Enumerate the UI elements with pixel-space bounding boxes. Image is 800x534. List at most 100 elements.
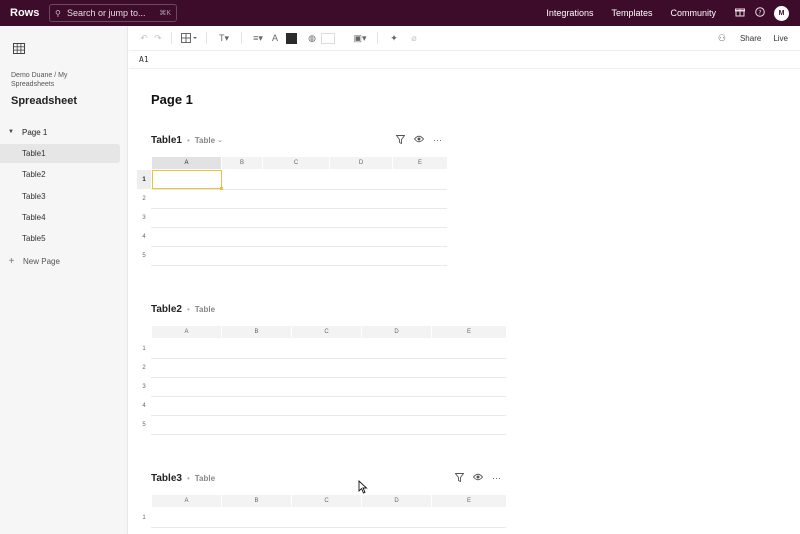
table-type-label[interactable]: Table [195,136,215,145]
toolbar: ↶ ↷ T▾ ≡▾ A ◍ ▣▾ ✦ ⌀ ⚇ Share Live [129,26,800,51]
eye-icon[interactable] [472,473,484,483]
separator-dot: • [186,135,190,145]
row-divider [151,377,506,378]
table-type-label[interactable]: Table [195,305,215,314]
sidebar-item-table2[interactable]: Table2 [0,165,120,184]
border-swatch[interactable] [321,32,335,44]
row-number-3[interactable]: 3 [137,208,151,227]
table-name[interactable]: Table3 [151,473,182,484]
sidebar-item-table4[interactable]: Table4 [0,208,120,227]
row-divider [151,246,447,247]
row-number-2[interactable]: 2 [137,189,151,208]
table3-actions: ··· [454,471,510,485]
cell-reference: A1 [139,55,149,64]
breadcrumb[interactable]: Demo Duane / My Spreadsheets [11,71,111,89]
column-header-b[interactable]: B [222,157,262,169]
search-box[interactable]: ⚲ Search or jump to... ⌘K [49,4,177,22]
row-divider [151,527,506,528]
column-header-c[interactable]: C [263,157,329,169]
table3-header: Table3 • Table [151,471,215,485]
row-number-2[interactable]: 2 [137,358,151,377]
column-header-d[interactable]: D [362,326,431,338]
fill-handle[interactable] [220,187,223,190]
column-header-a[interactable]: A [152,326,221,338]
table-name[interactable]: Table2 [151,304,182,315]
column-header-b[interactable]: B [222,495,291,507]
paint-bucket-icon[interactable]: ◍ [303,30,321,46]
table3-grid[interactable]: A B C D E 1 [137,495,507,531]
row-divider [151,358,506,359]
nav-integrations[interactable]: Integrations [546,8,593,18]
align-icon[interactable]: ≡▾ [248,30,268,46]
toolbar-divider [377,32,378,44]
clear-format-icon[interactable]: ⌀ [404,30,424,46]
sidebar-item-table5[interactable]: Table5 [0,229,120,248]
sidebar-item-table3[interactable]: Table3 [0,187,120,206]
filter-icon[interactable] [395,134,406,146]
sidebar-page-1[interactable]: ▼ Page 1 [0,123,120,141]
row-number-4[interactable]: 4 [137,396,151,415]
separator-dot: • [186,473,190,483]
column-header-c[interactable]: C [292,326,361,338]
column-header-a[interactable]: A [152,157,221,169]
spreadsheet-title[interactable]: Spreadsheet [11,95,77,107]
table1-header: Table1 • Table ⌄ [151,133,223,147]
gift-icon[interactable] [734,7,745,19]
row-number-1[interactable]: 1 [137,170,151,189]
table1-grid[interactable]: A B C D E 1 2 3 4 5 [137,157,447,267]
column-header-e[interactable]: E [432,495,506,507]
svg-text:?: ? [758,9,761,16]
column-header-d[interactable]: D [362,495,431,507]
column-header-b[interactable]: B [222,326,291,338]
eye-icon[interactable] [413,135,425,145]
row-number-3[interactable]: 3 [137,377,151,396]
page-title[interactable]: Page 1 [151,92,193,107]
row-number-1[interactable]: 1 [137,339,151,358]
new-page-label: New Page [23,256,60,266]
row-divider [151,434,506,435]
caret-down-icon[interactable]: ▼ [0,129,22,135]
row-number-1[interactable]: 1 [137,508,151,527]
table-type-label[interactable]: Table [195,474,215,483]
separator-dot: • [186,304,190,314]
table-name[interactable]: Table1 [151,135,182,146]
column-header-e[interactable]: E [432,326,506,338]
undo-icon[interactable]: ↶ [137,30,151,46]
new-page-button[interactable]: + New Page [0,252,60,270]
chevron-down-icon[interactable]: ⌄ [217,136,223,144]
live-button[interactable]: Live [773,34,788,43]
table2-grid[interactable]: A B C D E 1 2 3 4 5 [137,326,507,436]
text-color-icon[interactable]: A [268,30,282,46]
spreadsheet-grid-icon[interactable] [13,43,25,54]
redo-icon[interactable]: ↷ [151,30,165,46]
share-button[interactable]: Share [740,34,761,43]
more-options-icon[interactable]: ··· [433,135,442,145]
text-type-icon[interactable]: T▾ [213,30,235,46]
search-icon: ⚲ [55,8,61,18]
column-header-d[interactable]: D [330,157,392,169]
nav-templates[interactable]: Templates [611,8,652,18]
nav-community[interactable]: Community [670,8,716,18]
magic-wand-icon[interactable]: ✦ [384,30,404,46]
sidebar-item-table1[interactable]: Table1 [0,144,120,163]
add-user-icon[interactable]: ⚇ [714,30,730,46]
column-header-a[interactable]: A [152,495,221,507]
chart-icon[interactable]: ▣▾ [349,30,371,46]
more-options-icon[interactable]: ··· [492,473,501,483]
avatar[interactable]: M [774,5,789,21]
row-number-5[interactable]: 5 [137,415,151,434]
formula-bar[interactable]: A1 [129,51,800,69]
insert-table-icon[interactable] [178,30,200,46]
sidebar: Demo Duane / My Spreadsheets Spreadsheet… [0,26,128,534]
row-divider [151,227,447,228]
selected-cell-a1[interactable] [152,170,222,189]
column-header-c[interactable]: C [292,495,361,507]
row-number-5[interactable]: 5 [137,246,151,265]
filter-icon[interactable] [454,472,465,484]
column-header-e[interactable]: E [393,157,447,169]
help-icon[interactable]: ? [754,7,765,19]
row-number-4[interactable]: 4 [137,227,151,246]
rows-logo[interactable]: Rows [10,7,46,19]
fill-color-swatch[interactable] [286,32,297,44]
row-divider [151,415,506,416]
